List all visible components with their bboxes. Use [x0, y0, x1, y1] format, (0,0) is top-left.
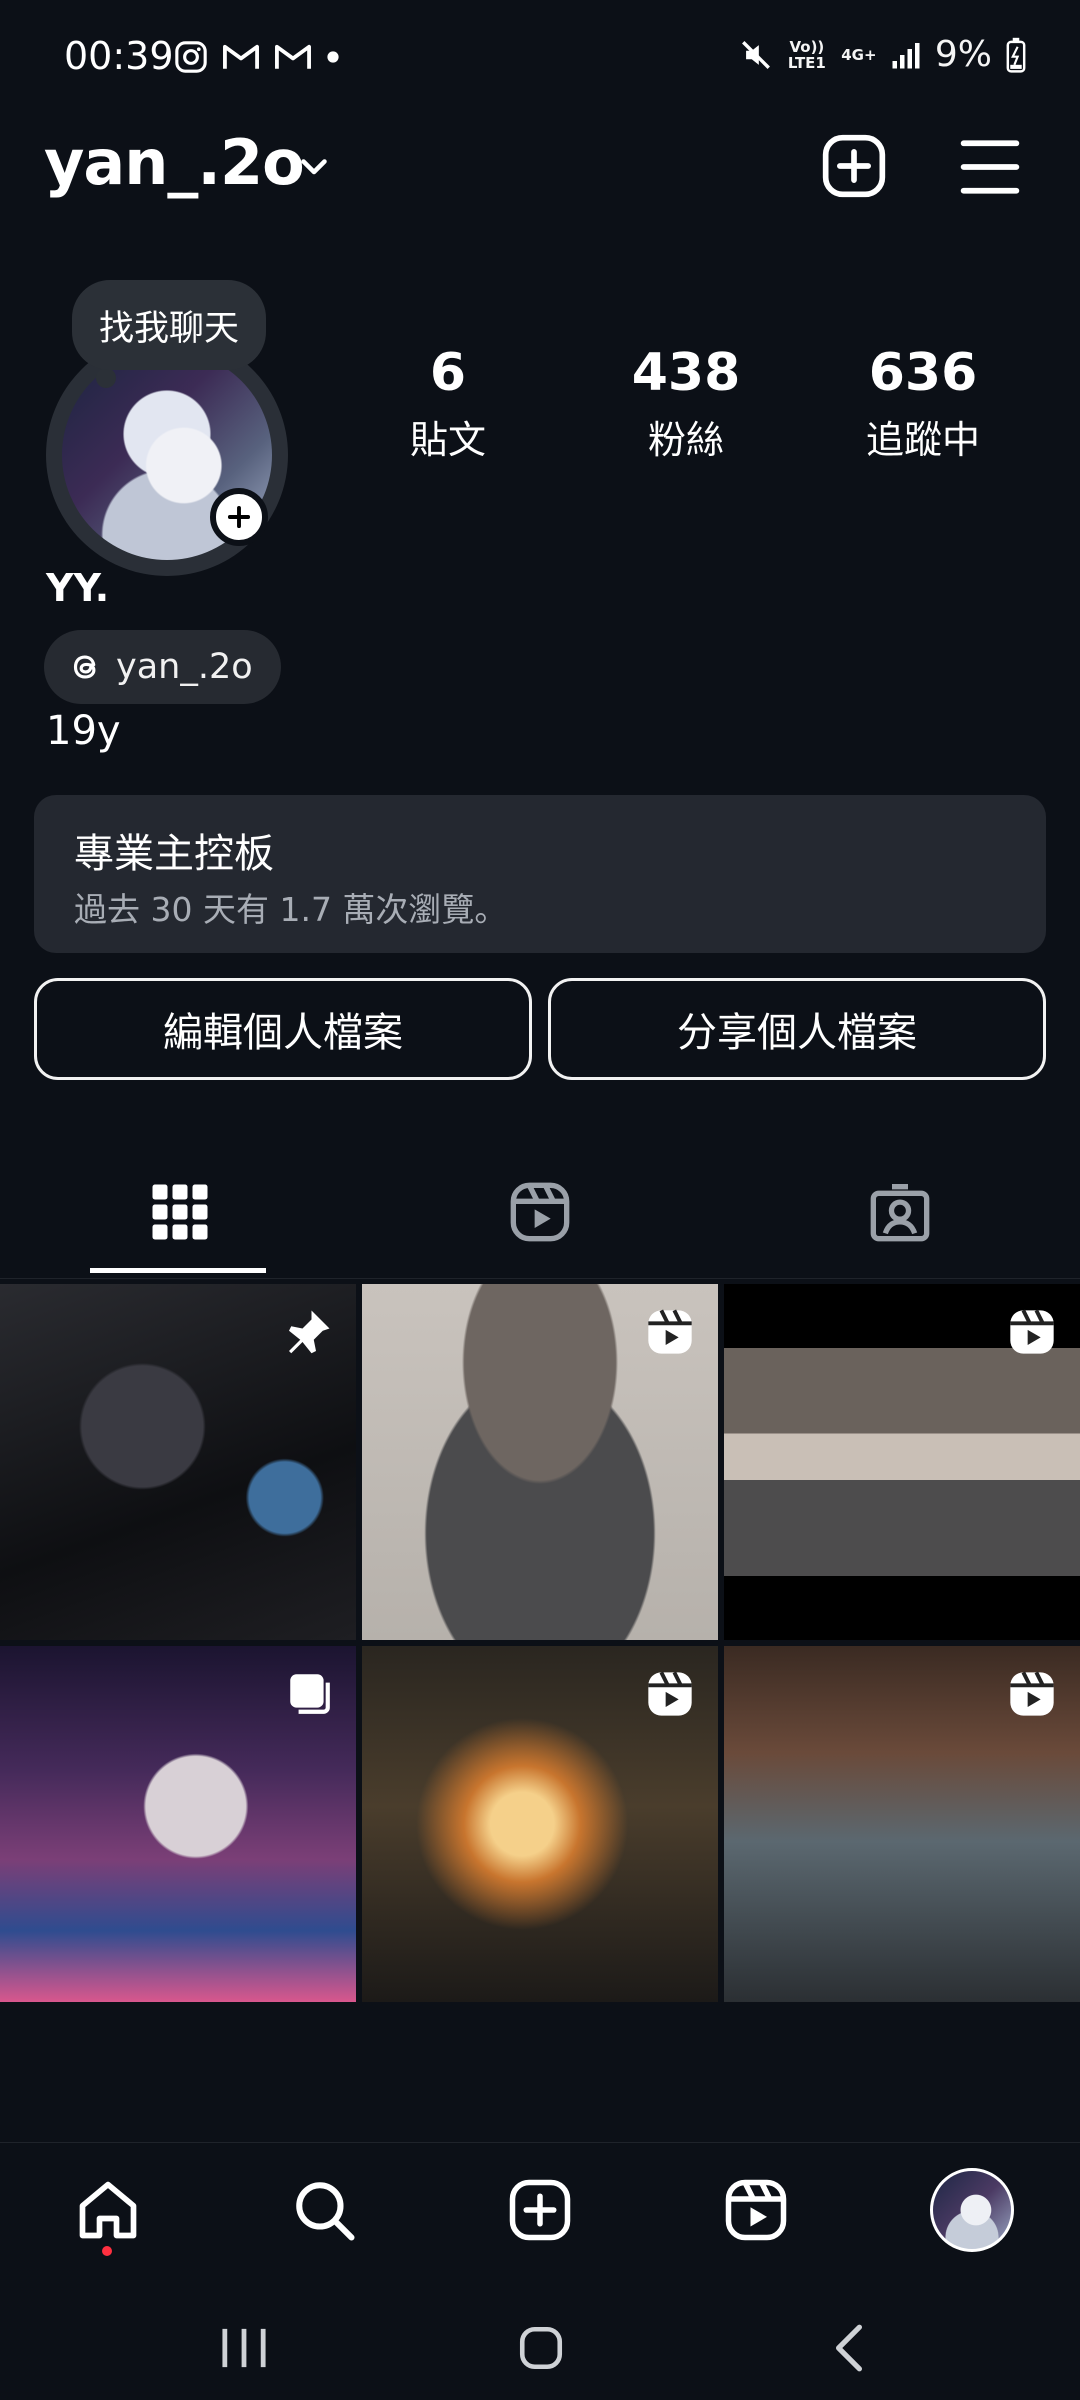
mute-icon [741, 40, 770, 69]
status-right: Vo)) LTE1 4G+ 9% [739, 34, 1026, 75]
network-label: 4G+ [841, 45, 877, 64]
reel-icon [648, 1309, 692, 1354]
posts-count: 6 [429, 343, 467, 403]
tab-tagged[interactable] [720, 1168, 1080, 1256]
gmail-icon [275, 44, 311, 69]
nav-profile-avatar[interactable] [930, 2168, 1014, 2252]
status-time: 00:39 [64, 34, 174, 78]
grid-post-1[interactable] [0, 1284, 356, 1640]
dashboard-title: 專業主控板 [74, 831, 274, 877]
nav-home[interactable] [70, 2172, 146, 2248]
system-navigation-bar [0, 2275, 1080, 2400]
battery-percent: 9% [934, 34, 992, 75]
reel-icon [648, 1671, 692, 1716]
threads-icon [73, 655, 96, 679]
grid-post-2[interactable] [362, 1284, 718, 1640]
followers-label: 粉絲 [647, 418, 724, 462]
back-icon[interactable] [826, 2323, 872, 2373]
active-tab-indicator [90, 1268, 266, 1273]
recent-apps-icon[interactable] [214, 2325, 274, 2371]
account-username[interactable]: yan_.2o [44, 126, 305, 199]
display-name: YY. [46, 566, 110, 610]
search-icon [296, 2182, 355, 2241]
notification-dot [102, 2246, 112, 2256]
stat-followers[interactable]: 438 粉絲 [576, 343, 796, 464]
stat-following[interactable]: 636 追蹤中 [813, 343, 1033, 464]
tagged-icon [870, 1184, 930, 1242]
grid-post-4[interactable] [0, 1646, 356, 2002]
posts-label: 貼文 [409, 418, 486, 462]
reels-icon [510, 1182, 570, 1242]
nav-create[interactable] [502, 2172, 578, 2248]
edit-profile-button[interactable]: 編輯個人檔案 [34, 978, 532, 1080]
dot-icon [327, 51, 339, 63]
grid-icon [152, 1184, 208, 1240]
followers-count: 438 [631, 343, 741, 403]
plus-icon [227, 505, 251, 529]
reel-icon [1010, 1671, 1054, 1716]
menu-icon[interactable] [958, 138, 1022, 196]
reels-icon [725, 2179, 787, 2241]
status-bar: 00:39 Vo)) LTE1 4G+ 9% [0, 0, 1080, 120]
threads-badge[interactable]: yan_.2o [44, 630, 281, 704]
instagram-icon [175, 41, 207, 73]
dashboard-subtitle: 過去 30 天有 1.7 萬次瀏覽。 [74, 890, 508, 929]
professional-dashboard[interactable]: 專業主控板 過去 30 天有 1.7 萬次瀏覽。 [34, 795, 1046, 953]
grid-post-5[interactable] [362, 1646, 718, 2002]
notification-icons [174, 40, 340, 74]
carousel-icon [290, 1674, 330, 1714]
battery-charging-icon [1006, 37, 1026, 73]
pin-icon [289, 1310, 330, 1354]
add-story-button[interactable] [210, 488, 268, 546]
tab-divider [0, 1278, 1080, 1279]
signal-icon [892, 42, 920, 68]
reel-icon [1010, 1309, 1054, 1354]
chevron-down-icon[interactable] [296, 148, 332, 184]
profile-note[interactable]: 找我聊天 [72, 280, 266, 370]
lte-label: Vo)) LTE1 [787, 37, 826, 72]
share-profile-button[interactable]: 分享個人檔案 [548, 978, 1046, 1080]
nav-search[interactable] [286, 2172, 362, 2248]
tab-reels[interactable] [360, 1168, 720, 1256]
gmail-icon [223, 44, 259, 69]
following-count: 636 [868, 343, 978, 403]
threads-handle: yan_.2o [116, 647, 253, 687]
grid-post-6[interactable] [724, 1646, 1080, 2002]
following-label: 追蹤中 [865, 418, 980, 462]
grid-post-3[interactable] [724, 1284, 1080, 1640]
home-button-icon[interactable] [516, 2323, 566, 2373]
bio-text: 19y [46, 708, 121, 754]
note-bubble-tail [96, 368, 116, 388]
create-icon [509, 2179, 571, 2241]
tab-posts-grid[interactable] [0, 1168, 360, 1256]
nav-reels[interactable] [718, 2172, 794, 2248]
home-icon [79, 2181, 137, 2239]
create-post-icon[interactable] [820, 132, 888, 200]
stat-posts[interactable]: 6 貼文 [338, 343, 558, 464]
